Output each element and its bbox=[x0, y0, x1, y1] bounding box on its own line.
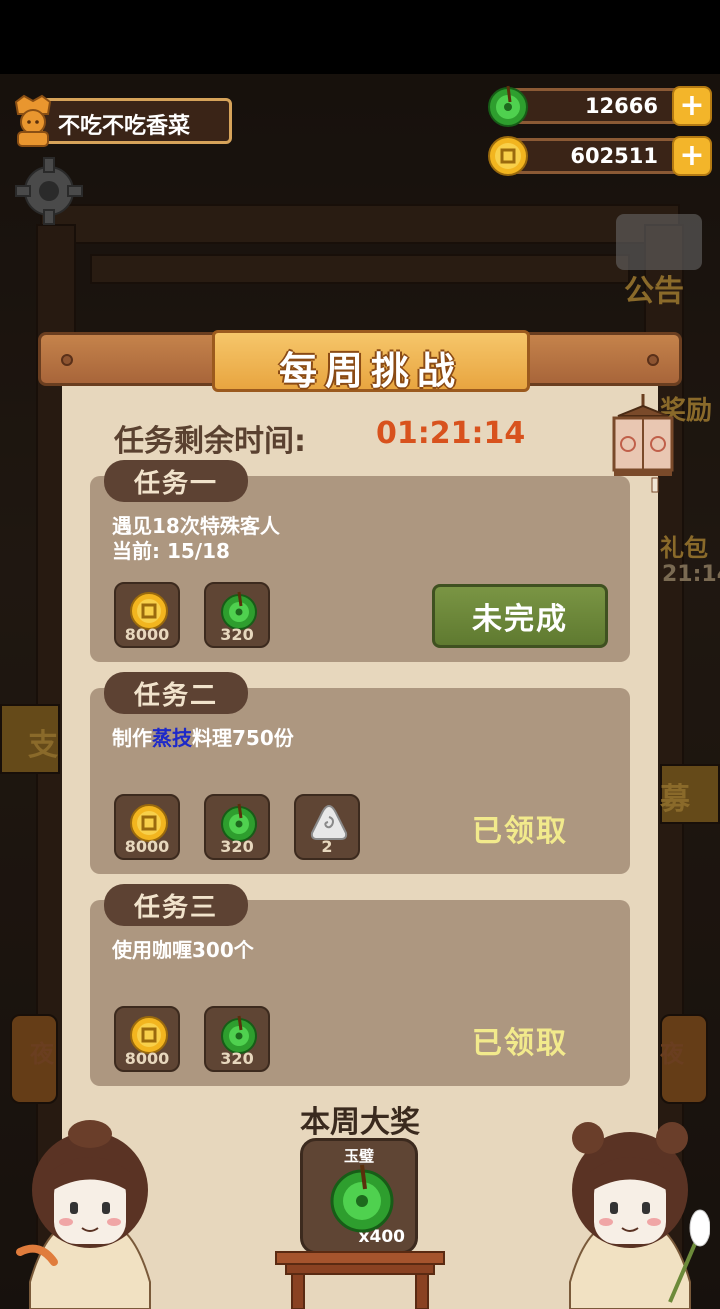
reward-slot-jade[interactable]: 320 bbox=[204, 582, 270, 648]
status-bar bbox=[0, 0, 720, 74]
jade-amount: 12666 bbox=[584, 94, 658, 118]
task-desc-highlight: 蒸技 bbox=[152, 726, 192, 750]
reward-slot-coin[interactable]: 8000 bbox=[114, 582, 180, 648]
wooden-table bbox=[275, 1251, 445, 1309]
reward-count: 320 bbox=[220, 1049, 254, 1068]
waitress-character-right bbox=[569, 1122, 710, 1309]
bg-recruit-text: 募 bbox=[660, 782, 690, 817]
notice-label: 公告 bbox=[624, 274, 684, 309]
task-desc-line: 使用咖喱300个 bbox=[112, 938, 254, 962]
bg-timer-text: 21:14 bbox=[662, 562, 720, 587]
bg-night-text-left: 夜 bbox=[30, 1040, 54, 1068]
add-jade-button[interactable]: + bbox=[672, 86, 712, 126]
task-status-button[interactable]: 未完成 bbox=[432, 584, 608, 648]
task-card-2: 任务二 制作蒸技料理750份 8000 320 2 已领取 bbox=[90, 672, 630, 874]
player-name-plate[interactable]: 不吃不吃香菜 bbox=[8, 92, 232, 150]
jade-icon bbox=[488, 85, 528, 127]
reward-count: 8000 bbox=[124, 625, 170, 644]
task-progress: 当前: 15/18 bbox=[112, 539, 230, 563]
timer-label: 任务剩余时间: bbox=[114, 424, 306, 459]
task-status-claimed: 已领取 bbox=[472, 1026, 568, 1061]
reward-count: 8000 bbox=[124, 1049, 170, 1068]
task-description: 制作蒸技料理750份 bbox=[112, 726, 294, 751]
task-card-1: 任务一 遇见18次特殊客人 当前: 15/18 8000 320 未完成 bbox=[90, 460, 630, 662]
task-tab-2: 任务二 bbox=[104, 672, 248, 714]
task-desc-pre: 制作 bbox=[112, 726, 152, 750]
grand-prize-slot[interactable]: 玉璧 x400 bbox=[300, 1138, 418, 1254]
copper-coin-icon bbox=[488, 136, 528, 176]
panel-title: 每周挑战 bbox=[278, 349, 463, 393]
bg-night-text-right: 夜 bbox=[660, 1040, 684, 1068]
add-coin-button[interactable]: + bbox=[672, 136, 712, 176]
timer-value: 01:21:14 bbox=[376, 416, 526, 451]
task-status-claimed: 已领取 bbox=[472, 814, 568, 849]
task-desc-line: 遇见18次特殊客人 bbox=[112, 514, 280, 538]
waitress-character-left bbox=[16, 1120, 151, 1309]
notice-button[interactable]: 公告 bbox=[606, 208, 710, 309]
reward-count: 320 bbox=[220, 625, 254, 644]
task-description: 遇见18次特殊客人 当前: 15/18 bbox=[112, 514, 280, 564]
bg-side-text-left: 支 bbox=[28, 728, 58, 763]
reward-count: 2 bbox=[321, 837, 333, 856]
panel-title-plate: 每周挑战 bbox=[212, 330, 530, 393]
chef-avatar-icon bbox=[14, 94, 52, 147]
reward-slot-jade[interactable]: 320 bbox=[204, 1006, 270, 1072]
reward-slot-jade[interactable]: 320 bbox=[204, 794, 270, 860]
reward-slot-coin[interactable]: 8000 bbox=[114, 794, 180, 860]
player-name: 不吃不吃香菜 bbox=[58, 114, 191, 139]
coin-amount: 602511 bbox=[570, 144, 658, 168]
coin-currency: 602511 + bbox=[486, 134, 714, 178]
task-card-3: 任务三 使用咖喱300个 8000 320 已领取 bbox=[90, 884, 630, 1086]
task-desc-post: 料理750份 bbox=[192, 726, 294, 750]
grand-prize-quantity: x400 bbox=[358, 1227, 405, 1247]
reward-count: 320 bbox=[220, 837, 254, 856]
settings-gear-icon[interactable] bbox=[14, 156, 84, 226]
reward-slot-stone[interactable]: 2 bbox=[294, 794, 360, 860]
reward-slot-coin[interactable]: 8000 bbox=[114, 1006, 180, 1072]
jade-icon bbox=[330, 1164, 394, 1233]
task-tab-3: 任务三 bbox=[104, 884, 248, 926]
bg-giftpack-text: 礼包 bbox=[660, 534, 708, 562]
task-tab-1: 任务一 bbox=[104, 460, 248, 502]
jade-currency: 12666 + bbox=[486, 84, 714, 128]
task-description: 使用咖喱300个 bbox=[112, 938, 254, 963]
reward-count: 8000 bbox=[124, 837, 170, 856]
